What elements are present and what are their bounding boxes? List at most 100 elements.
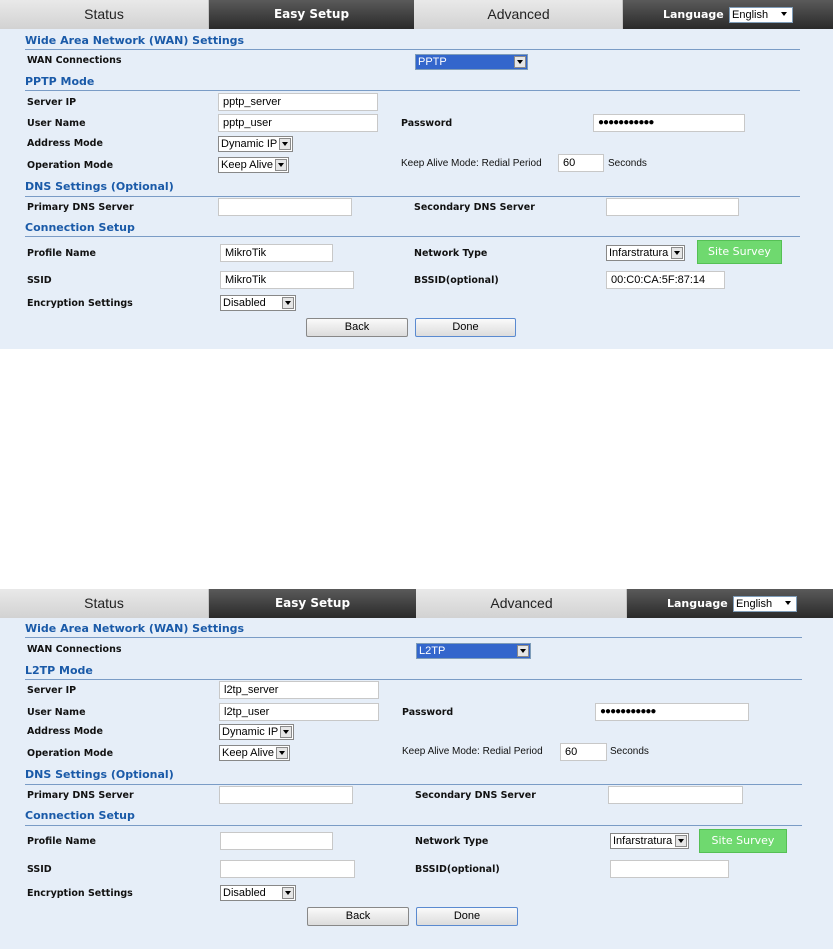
dns-section-title: DNS Settings (Optional) (25, 180, 174, 193)
user-name-label: User Name (27, 118, 86, 129)
mode-section-title: PPTP Mode (25, 75, 95, 88)
settings-content: Wide Area Network (WAN) Settings WAN Con… (0, 29, 833, 349)
server-ip-input[interactable]: pptp_server (218, 93, 378, 111)
password-input[interactable]: ●●●●●●●●●●● (595, 703, 749, 721)
pptp-settings-panel: Status Easy Setup Advanced Language Engl… (0, 0, 833, 350)
profile-name-input[interactable] (220, 832, 333, 850)
operation-mode-label: Operation Mode (27, 748, 114, 759)
address-mode-label: Address Mode (27, 726, 103, 737)
encryption-value: Disabled (223, 297, 266, 309)
bssid-input[interactable]: 00:C0:CA:5F:87:14 (606, 271, 725, 289)
ssid-input[interactable] (220, 860, 355, 878)
password-label: Password (402, 707, 454, 718)
chevron-down-icon (675, 835, 687, 847)
wan-connection-value: L2TP (419, 645, 446, 657)
network-type-label: Network Type (414, 248, 488, 259)
ssid-label: SSID (27, 275, 52, 286)
tab-status[interactable]: Status (0, 589, 209, 618)
site-survey-button[interactable]: Site Survey (699, 829, 787, 853)
tab-easy-setup[interactable]: Easy Setup (209, 589, 416, 618)
server-ip-input[interactable]: l2tp_server (219, 681, 379, 699)
network-type-select[interactable]: Infarstratura (610, 833, 689, 849)
server-ip-label: Server IP (27, 685, 77, 696)
password-input[interactable]: ●●●●●●●●●●● (593, 114, 745, 132)
operation-mode-select[interactable]: Keep Alive (218, 157, 289, 173)
address-mode-select[interactable]: Dynamic IP (219, 724, 294, 740)
done-button[interactable]: Done (415, 318, 516, 337)
address-mode-value: Dynamic IP (222, 726, 279, 738)
connection-section-title: Connection Setup (25, 809, 135, 822)
language-value: English (732, 9, 769, 21)
server-ip-label: Server IP (27, 97, 77, 108)
redial-period-input[interactable]: 60 (560, 743, 607, 761)
user-name-input[interactable]: l2tp_user (219, 703, 379, 721)
redial-period-input[interactable]: 60 (558, 154, 604, 172)
language-label: Language (667, 597, 728, 610)
tab-advanced[interactable]: Advanced (417, 589, 627, 618)
dns-section-title: DNS Settings (Optional) (25, 768, 174, 781)
section-divider (25, 90, 800, 91)
profile-name-label: Profile Name (27, 836, 96, 847)
section-divider (25, 236, 800, 237)
chevron-down-icon (517, 645, 529, 657)
primary-dns-input[interactable] (218, 198, 352, 216)
ssid-input[interactable]: MikroTik (220, 271, 354, 289)
encryption-select[interactable]: Disabled (220, 885, 296, 901)
mode-section-title: L2TP Mode (25, 664, 93, 677)
ssid-label: SSID (27, 864, 52, 875)
connection-section-title: Connection Setup (25, 221, 135, 234)
wan-connections-label: WAN Connections (27, 644, 122, 655)
chevron-down-icon (282, 297, 294, 309)
operation-mode-value: Keep Alive (222, 747, 274, 759)
seconds-label: Seconds (610, 746, 649, 757)
tab-easy-setup[interactable]: Easy Setup (209, 0, 414, 29)
wan-connection-select[interactable]: PPTP (415, 54, 528, 70)
secondary-dns-input[interactable] (606, 198, 739, 216)
keep-alive-label: Keep Alive Mode: Redial Period (401, 158, 542, 169)
chevron-down-icon (671, 247, 683, 259)
bssid-label: BSSID(optional) (414, 275, 499, 286)
site-survey-button[interactable]: Site Survey (697, 240, 782, 264)
encryption-label: Encryption Settings (27, 888, 133, 899)
tab-advanced[interactable]: Advanced (415, 0, 623, 29)
language-select[interactable]: English (733, 596, 797, 612)
back-button[interactable]: Back (307, 907, 409, 926)
address-mode-label: Address Mode (27, 138, 103, 149)
language-select[interactable]: English (729, 7, 793, 23)
seconds-label: Seconds (608, 158, 647, 169)
secondary-dns-input[interactable] (608, 786, 743, 804)
section-divider (25, 49, 800, 50)
chevron-down-icon (779, 9, 791, 21)
chevron-down-icon (276, 747, 288, 759)
user-name-input[interactable]: pptp_user (218, 114, 378, 132)
secondary-dns-label: Secondary DNS Server (414, 202, 535, 213)
chevron-down-icon (514, 56, 526, 68)
chevron-down-icon (783, 598, 795, 610)
chevron-down-icon (280, 726, 292, 738)
profile-name-input[interactable]: MikroTik (220, 244, 333, 262)
top-nav-bar: Status Easy Setup Advanced Language Engl… (0, 589, 833, 619)
bssid-input[interactable] (610, 860, 729, 878)
section-divider (25, 637, 802, 638)
language-area: Language English (627, 589, 833, 618)
tab-status[interactable]: Status (0, 0, 209, 29)
keep-alive-label: Keep Alive Mode: Redial Period (402, 746, 543, 757)
top-nav-bar: Status Easy Setup Advanced Language Engl… (0, 0, 833, 30)
wan-section-title: Wide Area Network (WAN) Settings (25, 34, 245, 47)
network-type-select[interactable]: Infarstratura (606, 245, 685, 261)
section-divider (25, 196, 800, 197)
section-divider (25, 825, 802, 826)
primary-dns-input[interactable] (219, 786, 353, 804)
settings-content: Wide Area Network (WAN) Settings WAN Con… (0, 618, 833, 949)
encryption-select[interactable]: Disabled (220, 295, 296, 311)
wan-connection-select[interactable]: L2TP (416, 643, 531, 659)
network-type-value: Infarstratura (609, 247, 669, 259)
done-button[interactable]: Done (416, 907, 518, 926)
operation-mode-select[interactable]: Keep Alive (219, 745, 290, 761)
back-button[interactable]: Back (306, 318, 408, 337)
password-label: Password (401, 118, 453, 129)
address-mode-select[interactable]: Dynamic IP (218, 136, 293, 152)
encryption-value: Disabled (223, 887, 266, 899)
wan-connections-label: WAN Connections (27, 55, 122, 66)
l2tp-settings-panel: Status Easy Setup Advanced Language Engl… (0, 589, 833, 949)
